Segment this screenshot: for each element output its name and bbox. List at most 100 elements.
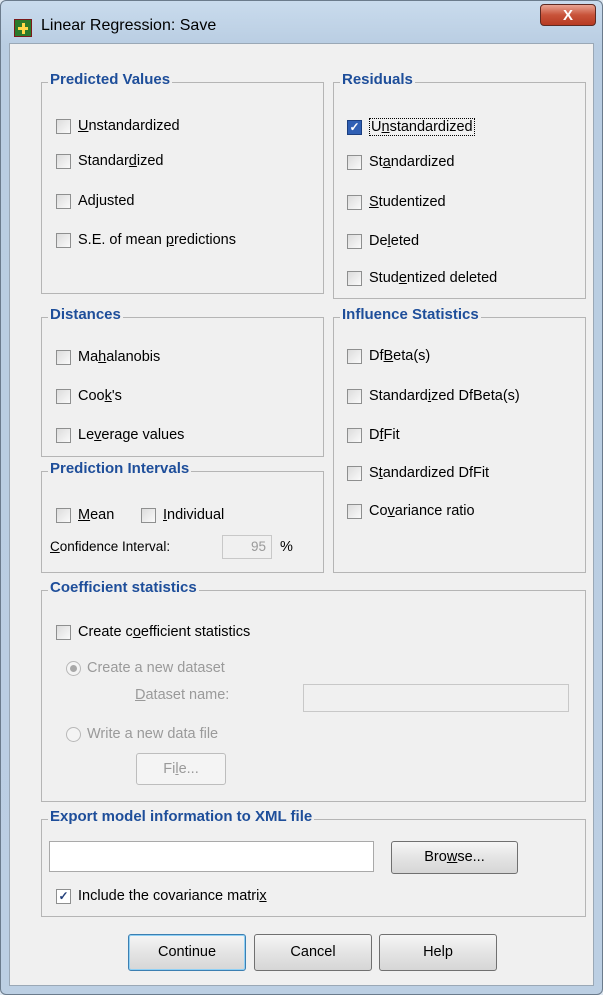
label-text: S.E. of mean <box>78 232 166 248</box>
label-text: ean <box>90 507 115 523</box>
label-text: S <box>369 465 379 481</box>
checkbox-box[interactable] <box>56 624 71 640</box>
create-coefficient-statistics-checkbox[interactable]: Create coefficient statistics <box>56 624 250 640</box>
residuals-studentized-checkbox[interactable]: Studentized <box>347 194 446 210</box>
checkbox-box[interactable] <box>347 233 362 249</box>
predicted-standardized-checkbox[interactable]: Standardized <box>56 153 163 169</box>
mnemonic: D <box>135 687 146 703</box>
predicted-unstandardized-checkbox[interactable]: Unstandardized <box>56 118 180 134</box>
dffit-checkbox[interactable]: DfFit <box>347 427 400 443</box>
checkbox-box[interactable] <box>56 388 71 404</box>
label-text: zed DfBeta(s) <box>431 388 520 404</box>
checkbox-box[interactable] <box>347 194 362 210</box>
include-covariance-matrix-checkbox[interactable]: ✓ Include the covariance matrix <box>56 888 267 904</box>
label-text: usted <box>98 193 135 209</box>
file-button[interactable]: File... <box>136 753 226 785</box>
label-text: Coo <box>78 388 105 404</box>
residuals-studentized-deleted-checkbox[interactable]: Studentized deleted <box>347 270 497 286</box>
checkbox-box[interactable] <box>56 193 71 209</box>
percent-label: % <box>280 539 293 555</box>
label-text: De <box>369 233 388 249</box>
confidence-interval-value: 95 <box>250 539 266 554</box>
checkbox-box[interactable] <box>347 465 362 481</box>
predicted-values-legend: Predicted Values <box>48 71 173 88</box>
xml-path-input[interactable] <box>49 841 374 872</box>
label-text: ataset name: <box>145 687 230 703</box>
interval-mean-checkbox[interactable]: Mean <box>56 507 114 523</box>
label-text: Create a new dataset <box>87 660 225 676</box>
standardized-dfbeta-checkbox[interactable]: Standardized DfBeta(s) <box>347 388 520 404</box>
standardized-dffit-checkbox[interactable]: Standardized DfFit <box>347 465 489 481</box>
title-bar[interactable]: Linear Regression: Save X <box>1 1 602 43</box>
dialog-window: Linear Regression: Save X Predicted Valu… <box>0 0 603 995</box>
continue-button[interactable]: Continue <box>128 934 246 971</box>
cancel-button[interactable]: Cancel <box>254 934 372 971</box>
mnemonic: C <box>50 539 60 554</box>
predicted-se-mean-checkbox[interactable]: S.E. of mean predictions <box>56 232 236 248</box>
label-text: U <box>371 119 382 135</box>
leverage-values-checkbox[interactable]: Leverage values <box>56 427 184 443</box>
checkbox-box[interactable] <box>347 427 362 443</box>
checkbox-box[interactable] <box>347 388 362 404</box>
radio-selected-icon[interactable] <box>66 660 81 676</box>
checkbox-box[interactable] <box>141 507 156 523</box>
checkbox-box[interactable] <box>56 153 71 169</box>
mnemonic: n <box>381 119 390 135</box>
label-text: nstandardized <box>88 118 180 134</box>
confidence-interval-input[interactable]: 95 <box>222 535 272 559</box>
label-text: Le <box>78 427 95 443</box>
checkbox-box[interactable] <box>56 507 71 523</box>
checkbox-box[interactable] <box>56 349 71 365</box>
prediction-intervals-legend: Prediction Intervals <box>48 460 192 477</box>
label-text: Standard <box>369 388 428 404</box>
checkbox-box[interactable] <box>56 232 71 248</box>
label-text: redictions <box>173 232 236 248</box>
label-text: erage values <box>101 427 185 443</box>
cooks-checkbox[interactable]: Cook's <box>56 388 122 404</box>
close-button[interactable]: X <box>540 4 596 26</box>
covariance-ratio-checkbox[interactable]: Covariance ratio <box>347 503 475 519</box>
dfbeta-checkbox[interactable]: DfBeta(s) <box>347 348 430 364</box>
checkbox-checked-icon[interactable]: ✓ <box>56 888 71 904</box>
interval-individual-checkbox[interactable]: Individual <box>141 507 224 523</box>
new-dataset-radio[interactable]: Create a new dataset <box>66 660 225 676</box>
checkbox-box[interactable] <box>347 503 362 519</box>
label-text: Standar <box>78 153 129 169</box>
label-text: ndividual <box>167 507 225 523</box>
label-text: Co <box>369 503 388 519</box>
label-text: standardized <box>389 119 473 135</box>
checkbox-box[interactable] <box>56 427 71 443</box>
residuals-unstandardized-checkbox[interactable]: ✓ Unstandardized <box>347 118 475 136</box>
residuals-group: Residuals <box>333 71 586 299</box>
predicted-adjusted-checkbox[interactable]: Adjusted <box>56 193 134 209</box>
checkbox-box[interactable] <box>347 270 362 286</box>
mnemonic: M <box>78 507 91 523</box>
write-data-file-radio[interactable]: Write a new data file <box>66 726 218 742</box>
residuals-standardized-checkbox[interactable]: Standardized <box>347 154 454 170</box>
label-text: Fit <box>383 427 400 443</box>
residuals-deleted-checkbox[interactable]: Deleted <box>347 233 419 249</box>
checkbox-checked-icon[interactable]: ✓ <box>347 119 362 135</box>
mnemonic: U <box>78 118 89 134</box>
label-text: Write a new data file <box>87 726 219 742</box>
spss-app-icon <box>14 19 32 37</box>
dialog-client-area: Predicted Values Residuals Distances Inf… <box>9 43 594 986</box>
label-text: Fi <box>163 761 176 777</box>
checkbox-box[interactable] <box>56 118 71 134</box>
browse-button[interactable]: Browse... <box>391 841 518 874</box>
dataset-name-input[interactable] <box>303 684 569 712</box>
mnemonic: a <box>382 154 391 170</box>
checkbox-box[interactable] <box>347 348 362 364</box>
label-text: St <box>369 154 383 170</box>
radio-icon[interactable] <box>66 726 81 742</box>
checkbox-box[interactable] <box>347 154 362 170</box>
help-button[interactable]: Help <box>379 934 497 971</box>
label-text: ariance ratio <box>394 503 475 519</box>
distances-legend: Distances <box>48 306 123 323</box>
mahalanobis-checkbox[interactable]: Mahalanobis <box>56 349 160 365</box>
mnemonic: e <box>398 270 407 286</box>
dataset-name-label: Dataset name: <box>135 687 229 703</box>
influence-statistics-legend: Influence Statistics <box>340 306 481 323</box>
label-text: Ad <box>78 193 96 209</box>
label-text: Ma <box>78 349 99 365</box>
